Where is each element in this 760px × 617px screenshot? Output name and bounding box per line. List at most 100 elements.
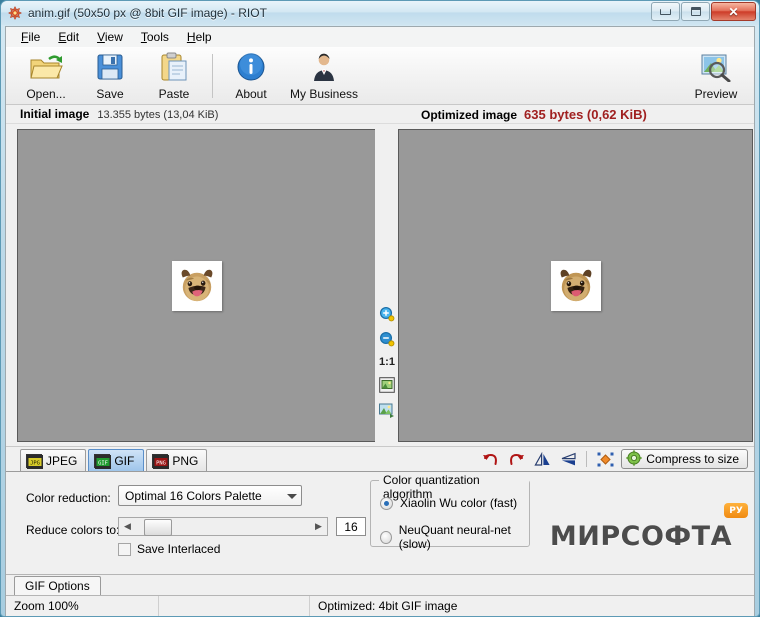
window-controls: ✕ [650, 2, 756, 21]
status-zoom: Zoom 100% [14, 599, 79, 613]
compress-to-size-label: Compress to size [646, 452, 739, 466]
image-info-strip: Initial image 13.355 bytes (13,04 KiB) O… [6, 105, 754, 124]
format-tabs-row: JPG JPEG GIF GIF PNG PNG Compress to siz… [6, 446, 754, 471]
chevron-down-icon [287, 493, 297, 499]
image-transform-tools: Compress to size [480, 449, 748, 469]
riot-app-icon [7, 5, 23, 21]
flip-vertical-button[interactable] [558, 450, 578, 468]
resize-image-icon [597, 452, 614, 466]
client-area: Open... Save Paste About My Business Pre… [5, 47, 755, 616]
compress-to-size-button[interactable]: Compress to size [621, 449, 748, 469]
menu-file[interactable]: File [12, 28, 49, 46]
fit-to-window-icon [379, 377, 395, 393]
tab-gif-label: GIF [114, 453, 135, 468]
watermark-badge: РУ [724, 503, 748, 518]
preview-button[interactable]: Preview [684, 49, 748, 103]
rotate-left-button[interactable] [480, 450, 500, 468]
gif-options-panel: Color reduction: Optimal 16 Colors Palet… [6, 471, 754, 574]
pug-dog-face-optimized-image [560, 269, 591, 301]
reduce-colors-slider[interactable]: ◀ ▶ [118, 517, 328, 536]
save-interlaced-label: Save Interlaced [137, 542, 221, 556]
svg-text:JPG: JPG [30, 460, 40, 466]
clipboard-icon [160, 52, 188, 85]
businessman-icon [310, 52, 338, 85]
tab-jpeg[interactable]: JPG JPEG [20, 449, 87, 471]
color-reduction-label: Color reduction: [26, 491, 111, 505]
zoom-in-button[interactable] [377, 304, 397, 324]
tab-gif-options[interactable]: GIF Options [14, 576, 101, 595]
menu-help[interactable]: Help [178, 28, 221, 46]
tools-separator [586, 451, 588, 467]
svg-text:PNG: PNG [156, 460, 166, 466]
tab-png[interactable]: PNG PNG [146, 449, 208, 471]
menu-edit[interactable]: Edit [49, 28, 88, 46]
flip-horizontal-button[interactable] [532, 450, 552, 468]
tab-png-label: PNG [172, 453, 199, 468]
zoom-ratio-label[interactable]: 1:1 [379, 354, 395, 370]
zoom-in-icon [379, 306, 395, 322]
slider-left-arrow[interactable]: ◀ [119, 518, 136, 535]
menu-tools[interactable]: Tools [132, 28, 178, 46]
paste-button-label: Paste [158, 86, 190, 101]
radio-neuquant-row[interactable]: NeuQuant neural-net (slow) [380, 523, 529, 551]
my-business-button-label: My Business [289, 86, 359, 101]
status-middle [159, 596, 309, 616]
resize-image-button[interactable] [595, 450, 615, 468]
radio-xiaolin-wu-row[interactable]: Xiaolin Wu color (fast) [380, 496, 517, 510]
save-interlaced-row[interactable]: Save Interlaced [118, 542, 220, 556]
gear-compress-icon [626, 449, 642, 469]
radio-xiaolin-wu[interactable] [380, 496, 393, 510]
open-button[interactable]: Open... [14, 49, 78, 103]
save-button[interactable]: Save [78, 49, 142, 103]
open-button-label: Open... [26, 86, 66, 101]
optimized-image-info: Optimized image 635 bytes (0,62 KiB) [421, 107, 647, 122]
slider-thumb[interactable] [144, 519, 172, 536]
info-circle-icon [236, 52, 266, 85]
zoom-out-icon [379, 331, 395, 347]
initial-image-info: Initial image 13.355 bytes (13,04 KiB) [6, 107, 218, 121]
rotate-right-button[interactable] [506, 450, 526, 468]
reduce-colors-value-input[interactable]: 16 [336, 517, 366, 536]
optimized-image-size: 635 bytes (0,62 KiB) [524, 106, 647, 122]
svg-text:GIF: GIF [98, 460, 108, 466]
close-button[interactable]: ✕ [711, 2, 756, 21]
tab-gif[interactable]: GIF GIF [88, 449, 145, 471]
maximize-button[interactable] [681, 2, 710, 21]
color-reduction-select[interactable]: Optimal 16 Colors Palette [118, 485, 302, 506]
color-reduction-value: Optimal 16 Colors Palette [125, 488, 262, 503]
fit-to-window-button[interactable] [377, 375, 397, 395]
flip-vertical-icon [561, 452, 576, 465]
paste-button[interactable]: Paste [142, 49, 206, 103]
zoom-toolbar: 1:1 [375, 129, 399, 442]
status-optimized-info: Optimized: 4bit GIF image [318, 599, 458, 613]
slider-track[interactable] [136, 518, 310, 536]
original-size-button[interactable] [377, 400, 397, 420]
optimized-image-panel[interactable] [398, 129, 753, 442]
initial-image-panel[interactable] [17, 129, 376, 442]
my-business-button[interactable]: My Business [283, 49, 365, 103]
slider-right-arrow[interactable]: ▶ [310, 518, 327, 535]
tab-jpeg-label: JPEG [46, 453, 78, 468]
gif-format-icon: GIF [94, 453, 112, 469]
menu-view[interactable]: View [88, 28, 132, 46]
zoom-out-button[interactable] [377, 329, 397, 349]
initial-image-size: 13.355 bytes (13,04 KiB) [97, 109, 219, 121]
initial-image-label: Initial image [20, 107, 90, 121]
floppy-disk-icon [95, 52, 125, 85]
title-bar: anim.gif (50x50 px @ 8bit GIF image) - R… [1, 1, 759, 25]
optimized-image-thumbnail [550, 260, 601, 311]
about-button-label: About [235, 86, 267, 101]
radio-neuquant-label: NeuQuant neural-net (slow) [398, 523, 511, 551]
radio-xiaolin-wu-label: Xiaolin Wu color (fast) [400, 496, 518, 510]
about-button[interactable]: About [219, 49, 283, 103]
minimize-button[interactable] [651, 2, 680, 21]
color-quantization-group: Color quantization algorithm Xiaolin Wu … [370, 473, 530, 551]
pug-dog-face-image [181, 269, 212, 301]
radio-neuquant[interactable] [380, 530, 392, 544]
png-format-icon: PNG [152, 453, 170, 469]
rotate-left-icon [482, 453, 497, 465]
preview-button-label: Preview [694, 87, 738, 101]
rotate-right-icon [509, 453, 524, 465]
save-interlaced-checkbox[interactable] [118, 542, 131, 556]
optimized-image-label: Optimized image [421, 107, 518, 122]
